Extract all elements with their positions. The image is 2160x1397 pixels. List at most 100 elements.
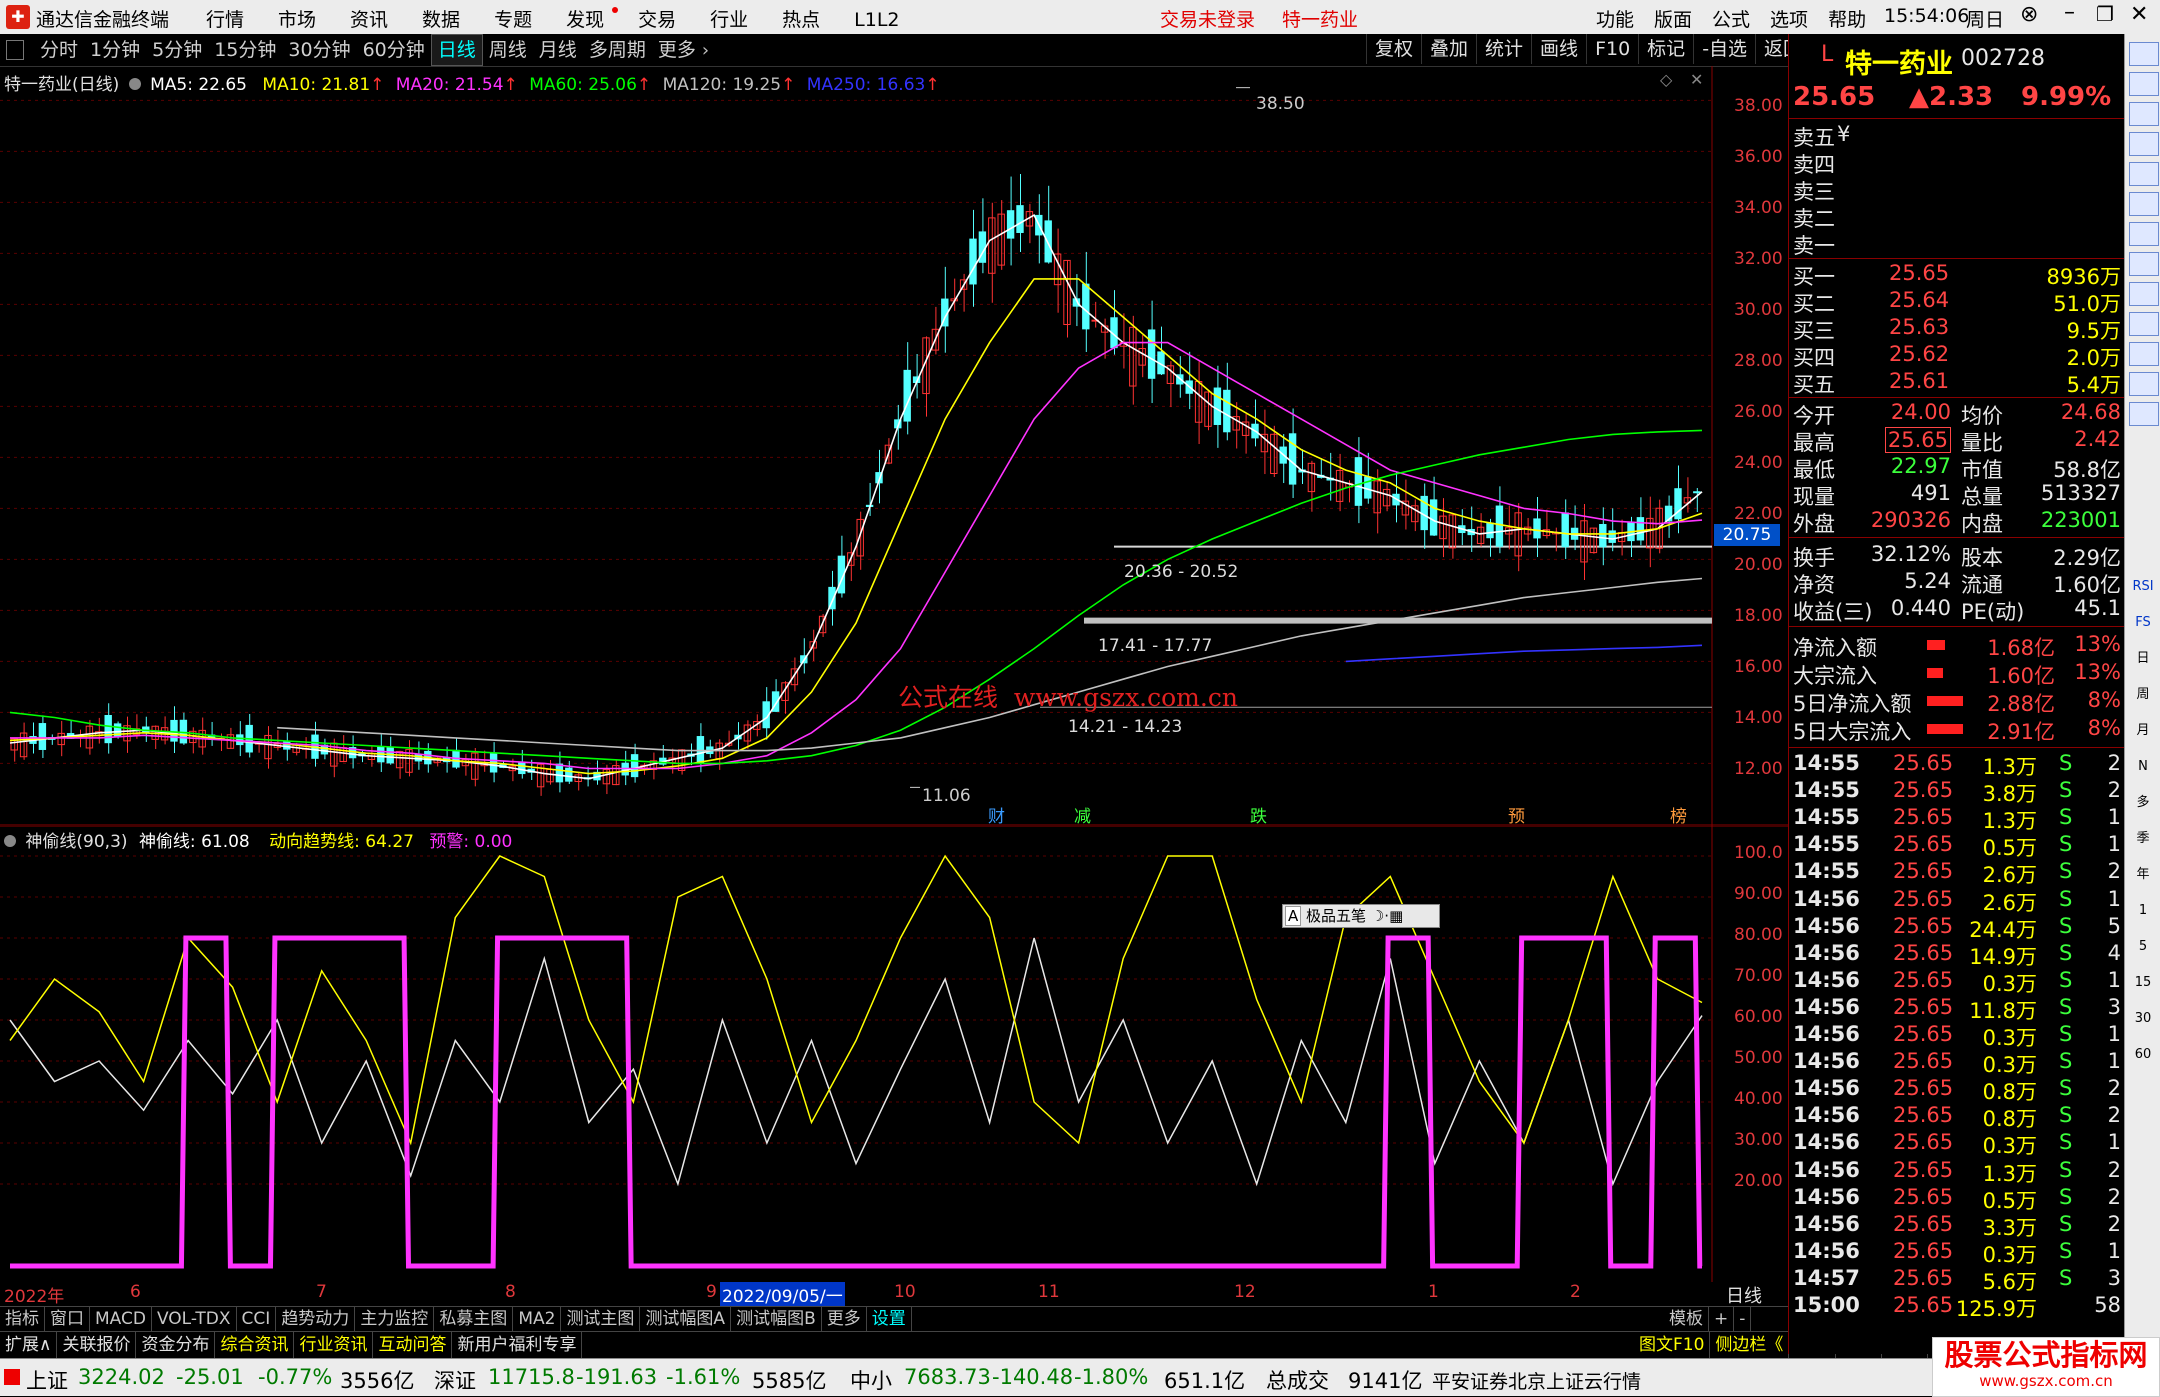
event-mark-rank[interactable]: 榜	[1670, 802, 1687, 827]
menu-item[interactable]: 行情	[206, 5, 244, 32]
ext-tab[interactable]: 关联报价	[57, 1332, 137, 1358]
template-button[interactable]: 模板	[1664, 1307, 1709, 1331]
indicator-tab[interactable]: 指标	[0, 1307, 45, 1331]
down-arrow-icon[interactable]	[2129, 102, 2159, 126]
side-tool-button[interactable]: 周	[2129, 682, 2157, 708]
menu-item[interactable]: 专题	[494, 5, 532, 32]
side-tool-button[interactable]: 30	[2129, 1006, 2157, 1032]
event-mark-reduce[interactable]: 减	[1074, 802, 1091, 827]
chart-icon[interactable]	[2129, 312, 2159, 336]
period-more[interactable]: 更多	[652, 35, 702, 65]
period-tab[interactable]: 30分钟	[282, 35, 356, 65]
panel-toggle-icon[interactable]	[6, 40, 24, 60]
ext-tab[interactable]: 互动问答	[373, 1332, 453, 1358]
period-tab[interactable]: 60分钟	[357, 35, 431, 65]
kline-chart[interactable]: 特一药业(日线) MA5: 22.65 MA10: 21.81↑ MA20: 2…	[0, 66, 1788, 827]
period-tab[interactable]: 5分钟	[146, 35, 208, 65]
window-close-icon[interactable]: ✕	[2130, 2, 2148, 27]
indicator-tab[interactable]: MA2	[513, 1307, 562, 1331]
indicator-tab[interactable]: 私募主图	[434, 1307, 514, 1331]
up-arrow-icon[interactable]	[2129, 72, 2159, 96]
side-tool-button[interactable]: N	[2129, 754, 2157, 780]
menu-item[interactable]: 帮助	[1828, 5, 1866, 32]
menu-item[interactable]: 市场	[278, 5, 316, 32]
menu-item[interactable]: 数据	[422, 5, 460, 32]
period-tab[interactable]: 1分钟	[84, 35, 146, 65]
finance-icon[interactable]	[2129, 342, 2159, 366]
list-icon[interactable]	[2129, 252, 2159, 276]
side-tool-button[interactable]: 年	[2129, 862, 2157, 888]
settings-dot-icon[interactable]	[128, 78, 141, 90]
tool-button[interactable]: 叠加	[1421, 34, 1476, 64]
bars-icon[interactable]	[2129, 222, 2159, 246]
tool-button[interactable]: -自选	[1693, 34, 1755, 64]
indicator-tab-settings[interactable]: 设置	[867, 1307, 912, 1331]
indicator-tab[interactable]: VOL-TDX	[152, 1307, 237, 1331]
remove-button[interactable]: -	[1734, 1307, 1752, 1331]
indicator-tab[interactable]: 测试主图	[561, 1307, 641, 1331]
menu-item[interactable]: 公式	[1712, 5, 1750, 32]
event-mark-forecast[interactable]: 预	[1508, 802, 1525, 827]
share-icon[interactable]	[2129, 42, 2159, 66]
sz-label[interactable]: 深证	[434, 1365, 476, 1395]
restore-icon[interactable]: ❐	[2096, 2, 2114, 26]
side-tool-button[interactable]: 季	[2129, 826, 2157, 852]
ext-tab[interactable]: 扩展∧	[0, 1332, 58, 1358]
period-tab[interactable]: 月线	[533, 35, 583, 65]
tool-button[interactable]: 画线	[1531, 34, 1586, 64]
indicator-tab[interactable]: 趋势动力	[276, 1307, 356, 1331]
event-mark-fall[interactable]: 跌	[1250, 802, 1267, 827]
diamond-icon[interactable]: ◇	[1660, 70, 1672, 89]
period-tab[interactable]: 分时	[34, 35, 84, 65]
indicator-tab[interactable]: 更多	[822, 1307, 867, 1331]
event-mark-finance[interactable]: 财	[988, 802, 1005, 827]
menu-item[interactable]: 版面	[1654, 5, 1692, 32]
side-tool-button[interactable]: 多	[2129, 790, 2157, 816]
side-tool-button[interactable]: 月	[2129, 718, 2157, 744]
cycle-icon[interactable]	[2129, 402, 2159, 426]
ext-tab[interactable]: 综合资讯	[215, 1332, 295, 1358]
ext-tab[interactable]: 行业资讯	[294, 1332, 374, 1358]
ext-tab[interactable]: 资金分布	[136, 1332, 216, 1358]
period-tab[interactable]: 15分钟	[208, 35, 282, 65]
menu-item[interactable]: 资讯	[350, 5, 388, 32]
sh-label[interactable]: 上证	[26, 1365, 68, 1395]
indicator-tab[interactable]: MACD	[90, 1307, 152, 1331]
f10-button[interactable]: 图文F10	[1634, 1332, 1711, 1358]
minimize-icon[interactable]: –	[2064, 0, 2075, 25]
zx-label[interactable]: 中小	[850, 1365, 892, 1395]
calendar-icon[interactable]	[2129, 132, 2159, 156]
menu-item[interactable]: L1L2	[854, 9, 899, 31]
indicator-tab[interactable]: 窗口	[45, 1307, 90, 1331]
indicator-tab[interactable]: 主力监控	[355, 1307, 435, 1331]
trade-status[interactable]: 交易未登录	[1160, 5, 1255, 32]
tool-button[interactable]: 标记	[1638, 34, 1693, 64]
side-tool-button[interactable]: 日	[2129, 646, 2157, 672]
menu-item[interactable]: 交易	[638, 5, 676, 32]
indicator-tab[interactable]: CCI	[237, 1307, 277, 1331]
f10-icon[interactable]	[2129, 282, 2159, 306]
close-icon[interactable]: ⊗	[2020, 2, 2038, 27]
menu-item[interactable]: 功能	[1596, 5, 1634, 32]
sidebar-button[interactable]: 侧边栏《	[1710, 1332, 1790, 1358]
trend-icon[interactable]	[2129, 192, 2159, 216]
close-icon[interactable]: ✕	[1690, 70, 1703, 89]
tool-button[interactable]: 统计	[1476, 34, 1531, 64]
indicator-tab[interactable]: 测试幅图A	[640, 1307, 732, 1331]
menu-item[interactable]: 选项	[1770, 5, 1808, 32]
fund-icon[interactable]	[2129, 372, 2159, 396]
ime-popup[interactable]: A 极品五笔 ☽·▦	[1282, 904, 1440, 928]
side-tool-button[interactable]: 1	[2129, 898, 2157, 924]
side-tool-button[interactable]: 60	[2129, 1042, 2157, 1068]
period-tab-active[interactable]: 日线	[430, 34, 483, 66]
tool-button[interactable]: 复权	[1366, 34, 1421, 64]
side-tool-button[interactable]: RSI	[2129, 574, 2157, 600]
settings-dot-icon[interactable]	[4, 835, 16, 847]
grid-icon[interactable]	[2129, 162, 2159, 186]
side-tool-button[interactable]: 15	[2129, 970, 2157, 996]
add-button[interactable]: +	[1709, 1307, 1735, 1331]
menu-item[interactable]: 行业	[710, 5, 748, 32]
tool-button[interactable]: F10	[1586, 34, 1638, 64]
indicator-tab[interactable]: 测试幅图B	[731, 1307, 822, 1331]
ext-tab[interactable]: 新用户福利专享	[452, 1332, 583, 1358]
